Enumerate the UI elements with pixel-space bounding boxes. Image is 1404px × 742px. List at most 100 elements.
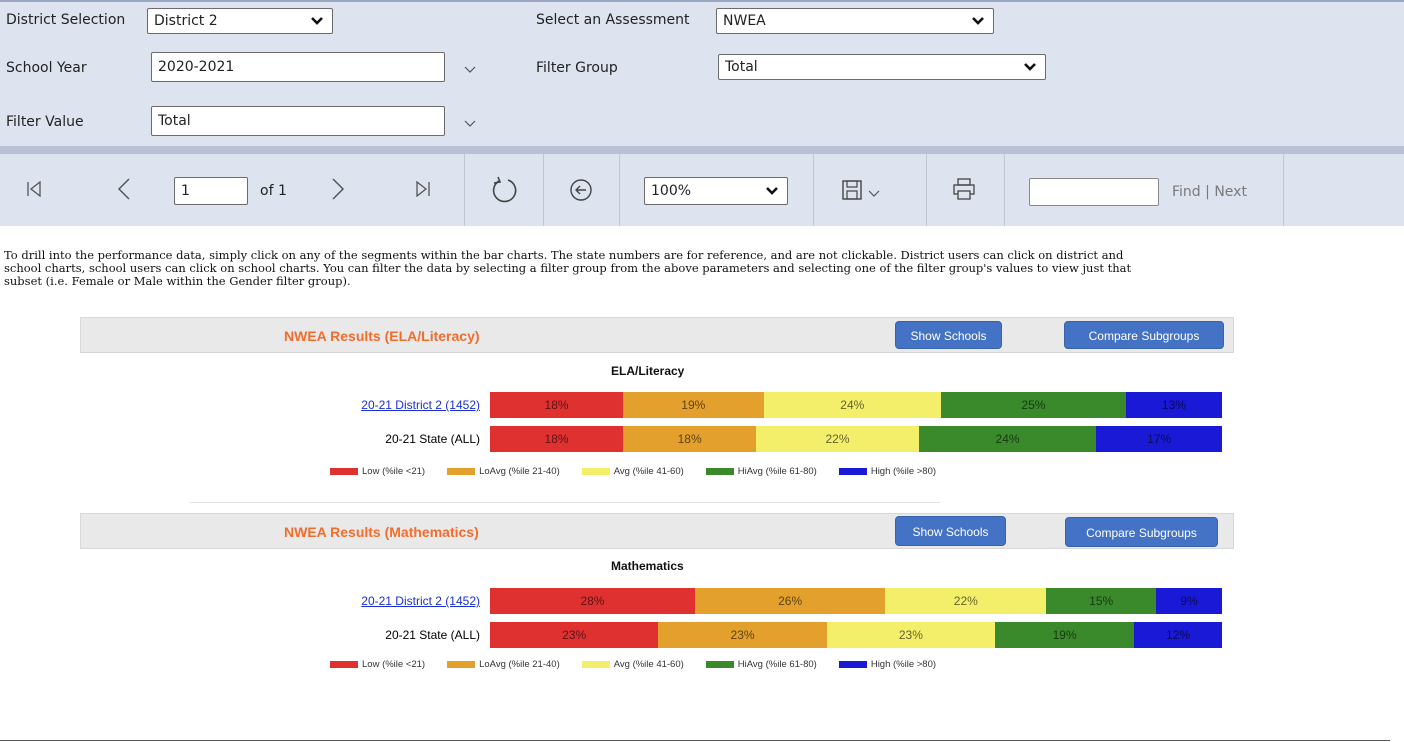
bar-segment-avg[interactable]: 24%: [763, 392, 942, 418]
compare-subgroups-button[interactable]: Compare Subgroups: [1064, 321, 1224, 349]
toolbar-divider: [926, 154, 927, 226]
bar-segment-hiavg: 24%: [918, 426, 1097, 452]
last-page-icon[interactable]: [416, 181, 430, 197]
legend-label: Low (%ile <21): [362, 659, 426, 670]
stacked-bar: 23% 23% 23% 19% 12%: [490, 622, 1222, 648]
next-page-icon[interactable]: [331, 178, 345, 200]
district-select-value: District 2: [154, 13, 218, 29]
legend-label: Avg (%ile 41-60): [613, 466, 684, 477]
refresh-icon[interactable]: [490, 176, 518, 204]
district-row-label-link[interactable]: 20-21 District 2 (1452): [230, 594, 480, 608]
next-link[interactable]: Next: [1214, 184, 1247, 200]
legend-label: LoAvg (%ile 21-40): [479, 659, 560, 670]
save-icon[interactable]: [842, 180, 862, 200]
legend-swatch: [447, 468, 476, 475]
state-row-label: 20-21 State (ALL): [385, 432, 480, 446]
district-select[interactable]: District 2: [147, 8, 333, 34]
legend-label: LoAvg (%ile 21-40): [479, 466, 560, 477]
legend-swatch: [330, 661, 358, 668]
toolbar-divider: [813, 154, 814, 226]
bar-segment-hiavg[interactable]: 15%: [1046, 588, 1157, 614]
chevron-down-icon[interactable]: [868, 190, 880, 198]
legend-label: HiAvg (%ile 61-80): [737, 466, 817, 477]
legend-swatch: [838, 468, 867, 475]
legend-swatch: [705, 661, 734, 668]
bar-segment-low[interactable]: 18%: [490, 392, 624, 418]
filter-value-label: Filter Value: [6, 114, 84, 130]
print-icon[interactable]: [953, 178, 975, 200]
bar-segment-loavg[interactable]: 26%: [694, 588, 886, 614]
legend-swatch: [838, 661, 867, 668]
chevron-down-icon[interactable]: [464, 120, 476, 128]
find-next-links: Find | Next: [1172, 184, 1247, 200]
bar-segment-low: 23%: [490, 622, 659, 648]
find-input[interactable]: [1029, 178, 1159, 206]
stacked-bar: 28% 26% 22% 15% 9%: [490, 588, 1222, 614]
legend-item: Avg (%ile 41-60): [581, 659, 684, 670]
math-section-title: NWEA Results (Mathematics): [284, 524, 479, 540]
back-arrow-icon[interactable]: [569, 178, 593, 202]
filter-group-select[interactable]: Total: [718, 54, 1046, 80]
toolbar-divider: [1283, 154, 1284, 226]
legend-label: High (%ile >80): [870, 659, 937, 670]
legend-label: HiAvg (%ile 61-80): [737, 659, 817, 670]
bar-segment-avg: 23%: [826, 622, 996, 648]
chart-legend: Low (%ile <21) LoAvg (%ile 21-40) Avg (%il…: [330, 466, 958, 477]
school-year-label: School Year: [6, 60, 87, 76]
bar-segment-avg[interactable]: 22%: [885, 588, 1047, 614]
bar-segment-low[interactable]: 28%: [490, 588, 695, 614]
legend-swatch: [581, 661, 610, 668]
legend-item: High (%ile >80): [838, 466, 936, 477]
bar-segment-low: 18%: [490, 426, 624, 452]
legend-item: Low (%ile <21): [330, 466, 425, 477]
first-page-icon[interactable]: [27, 181, 41, 197]
previous-page-icon[interactable]: [117, 178, 131, 200]
page-number-input[interactable]: 1: [174, 177, 248, 205]
divider: [190, 502, 940, 503]
toolbar-divider: [464, 154, 465, 226]
parameters-splitter[interactable]: [0, 146, 1404, 154]
assessment-select-value: NWEA: [723, 13, 766, 29]
find-link[interactable]: Find: [1172, 184, 1201, 200]
ela-section-header: [80, 317, 1234, 353]
show-schools-button[interactable]: Show Schools: [895, 516, 1006, 546]
school-year-field[interactable]: 2020-2021: [151, 52, 445, 82]
chevron-down-icon: [766, 187, 778, 195]
bar-segment-high: 12%: [1134, 622, 1222, 648]
bar-segment-loavg: 23%: [658, 622, 827, 648]
district-row-label-link[interactable]: 20-21 District 2 (1452): [230, 398, 480, 412]
ela-section-title: NWEA Results (ELA/Literacy): [284, 328, 480, 344]
bottom-border: [0, 740, 1390, 741]
zoom-select[interactable]: 100%: [644, 177, 788, 205]
toolbar-divider: [1004, 154, 1005, 226]
legend-swatch: [447, 661, 476, 668]
show-schools-button[interactable]: Show Schools: [895, 321, 1002, 349]
legend-label: Avg (%ile 41-60): [613, 659, 684, 670]
assessment-label: Select an Assessment: [536, 12, 690, 28]
bar-segment-hiavg[interactable]: 25%: [941, 392, 1126, 418]
bar-segment-high[interactable]: 13%: [1125, 392, 1222, 418]
legend-item: LoAvg (%ile 21-40): [447, 659, 560, 670]
bar-segment-high[interactable]: 9%: [1156, 588, 1222, 614]
filter-value-field[interactable]: Total: [151, 106, 445, 136]
math-section-header: [80, 513, 1234, 549]
legend-item: HiAvg (%ile 61-80): [705, 466, 817, 477]
zoom-value: 100%: [651, 183, 692, 199]
ela-chart-title: ELA/Literacy: [611, 364, 685, 378]
compare-subgroups-button[interactable]: Compare Subgroups: [1065, 517, 1218, 547]
page-number-value: 1: [181, 183, 190, 199]
chevron-down-icon[interactable]: [464, 66, 476, 74]
page-count-label: of 1: [260, 183, 287, 199]
toolbar-divider: [619, 154, 620, 226]
chevron-down-icon: [972, 17, 984, 25]
assessment-select[interactable]: NWEA: [716, 8, 994, 34]
legend-item: Low (%ile <21): [330, 659, 425, 670]
legend-item: HiAvg (%ile 61-80): [705, 659, 817, 670]
legend-item: High (%ile >80): [838, 659, 937, 670]
legend-item: LoAvg (%ile 21-40): [447, 466, 560, 477]
math-chart-title: Mathematics: [611, 559, 684, 573]
report-toolbar: 1 of 1 100% Find | Next: [0, 154, 1404, 226]
chart-legend: Low (%ile <21) LoAvg (%ile 21-40) Avg (%il…: [330, 659, 958, 670]
instructions-text: To drill into the performance data, simp…: [4, 248, 1132, 288]
bar-segment-loavg[interactable]: 19%: [623, 392, 764, 418]
